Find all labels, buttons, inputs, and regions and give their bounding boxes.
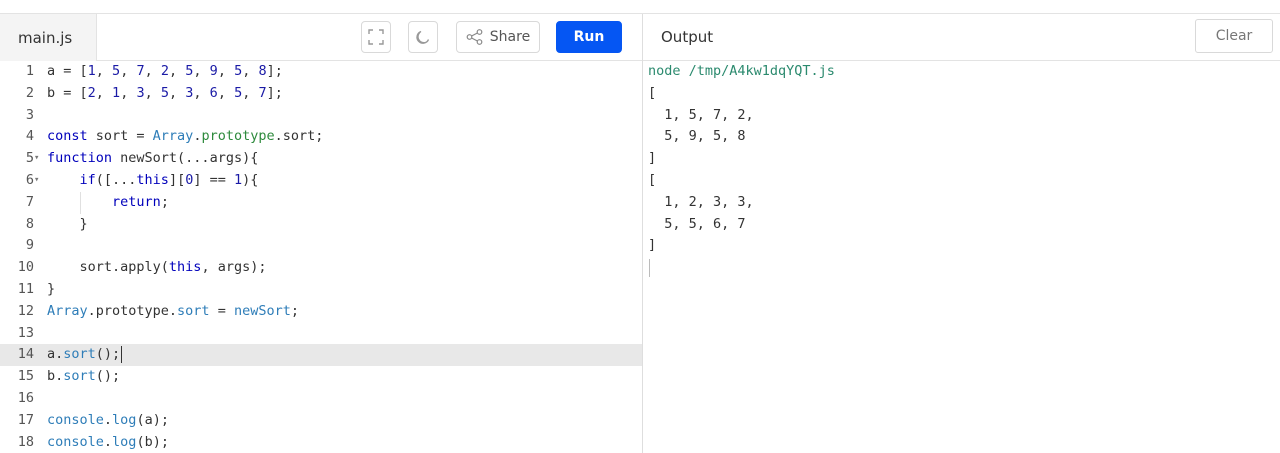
output-command: node /tmp/A4kw1dqYQT.js	[648, 63, 835, 79]
share-label: Share	[489, 29, 531, 45]
fullscreen-icon	[368, 29, 384, 45]
output-line: 5, 5, 6, 7	[648, 215, 746, 232]
line-number: 3	[25, 106, 34, 123]
output-title: Output	[661, 28, 714, 46]
line-number: 10	[17, 259, 34, 276]
output-line: ]	[648, 237, 657, 254]
line-number: 4	[25, 128, 34, 145]
code-line: 17 console.log(a);	[0, 410, 642, 432]
line-number: 11	[17, 280, 34, 297]
code-line: 11}	[0, 279, 642, 301]
line-number: 12	[17, 302, 34, 319]
file-tab-main-js[interactable]: main.js	[0, 14, 97, 61]
code-line: 13	[0, 323, 642, 345]
line-number: 15	[17, 368, 34, 385]
line-number: 14	[17, 346, 34, 363]
code-line: 2b = [2, 1, 3, 5, 3, 6, 5, 7];	[0, 83, 642, 105]
output-line: [	[648, 84, 657, 101]
line-number: 8	[25, 215, 34, 232]
output-line: ]	[648, 150, 657, 167]
code-editor[interactable]: 1a = [1, 5, 7, 2, 5, 9, 5, 8]; 2b = [2, …	[0, 61, 642, 453]
output-line: [	[648, 171, 657, 188]
output-header: Output Clear	[643, 14, 1280, 61]
code-line: 7 return;	[0, 191, 642, 214]
line-number: 5	[25, 150, 34, 167]
fold-arrow-icon[interactable]: ▾	[34, 170, 44, 192]
line-number: 7	[25, 193, 34, 210]
share-icon	[466, 29, 483, 45]
fullscreen-button[interactable]	[361, 21, 391, 53]
run-button[interactable]: Run	[556, 21, 622, 53]
code-line: 15 b.sort();	[0, 366, 642, 388]
code-line-active: 14 a.sort();	[0, 344, 642, 367]
editor-toolbar: main.js Share Run	[0, 14, 642, 61]
code-line: 1a = [1, 5, 7, 2, 5, 9, 5, 8];	[0, 61, 642, 83]
share-button[interactable]: Share	[456, 21, 540, 53]
code-line: 12 Array.prototype.sort = newSort;	[0, 301, 642, 323]
theme-toggle-button[interactable]	[408, 21, 438, 53]
output-line: 5, 9, 5, 8	[648, 128, 746, 145]
code-line: 5 ▾ function newSort(...args){	[0, 148, 642, 170]
code-line: 10 sort.apply(this, args);	[0, 257, 642, 279]
output-cursor	[649, 259, 650, 277]
output-line: 1, 2, 3, 3,	[648, 193, 754, 210]
line-number: 2	[25, 84, 34, 101]
code-line: 9	[0, 235, 642, 257]
line-number: 17	[17, 411, 34, 428]
line-number: 16	[17, 389, 34, 406]
code-line: 3	[0, 105, 642, 127]
line-number: 9	[25, 237, 34, 254]
code-line: 16	[0, 388, 642, 410]
editor-pane: main.js Share Run 1a = [1, 5, 7, 2, 5, 9…	[0, 14, 643, 453]
code-line: 6 ▾ if([...this][0] == 1){	[0, 170, 642, 192]
moon-icon	[416, 30, 430, 44]
text-cursor	[121, 345, 123, 363]
code-line: 8 }	[0, 214, 642, 236]
line-number: 1	[25, 63, 34, 79]
output-line: 1, 5, 7, 2,	[648, 106, 754, 123]
code-line: 4 const sort = Array.prototype.sort;	[0, 126, 642, 148]
top-border	[0, 0, 1280, 14]
fold-arrow-icon[interactable]: ▾	[34, 148, 44, 170]
line-number: 18	[17, 433, 34, 450]
output-pane: Output Clear node /tmp/A4kw1dqYQT.js [ 1…	[643, 14, 1280, 453]
output-console[interactable]: node /tmp/A4kw1dqYQT.js [ 1, 5, 7, 2, 5,…	[648, 61, 1268, 453]
line-number: 13	[17, 324, 34, 341]
clear-button[interactable]: Clear	[1195, 19, 1273, 53]
line-number: 6	[25, 171, 34, 188]
code-line: 18 console.log(b);	[0, 432, 642, 453]
